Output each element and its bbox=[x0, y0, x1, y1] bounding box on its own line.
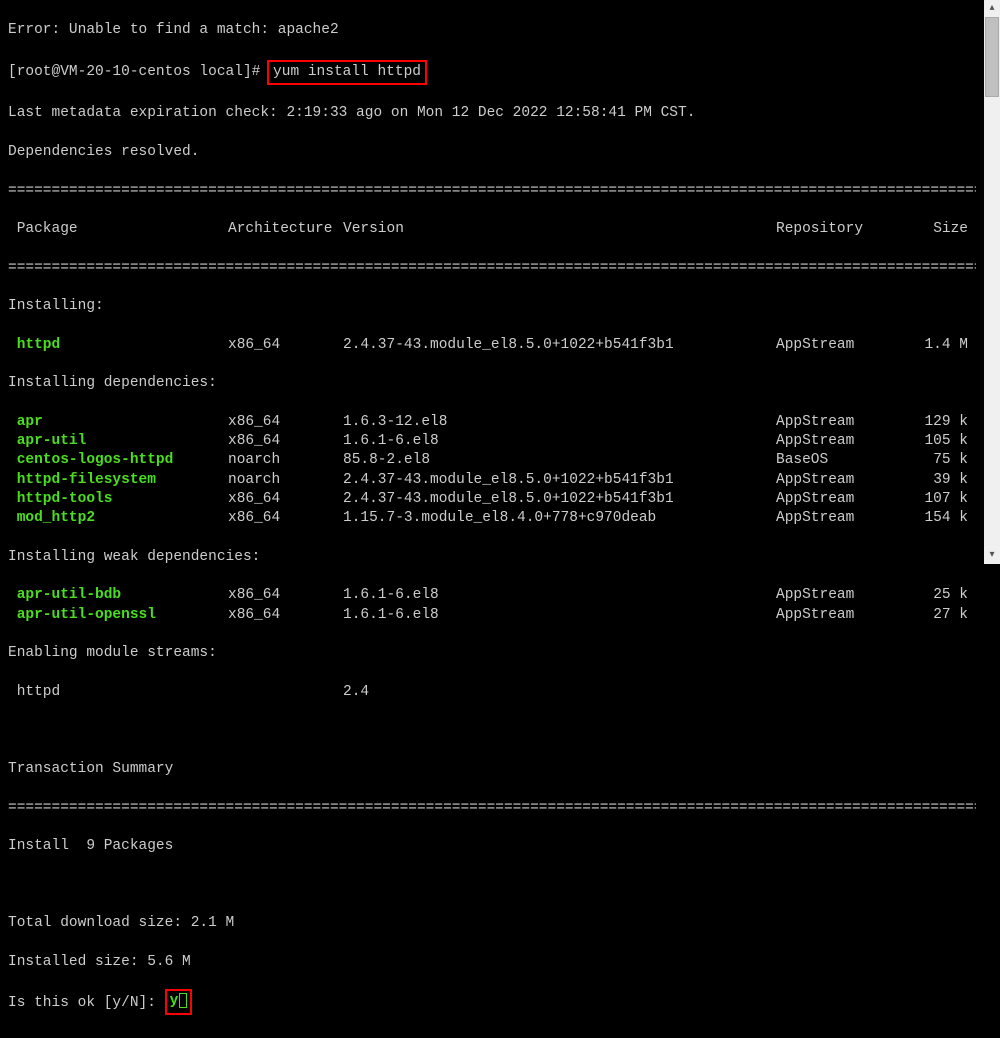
deps-resolved-line: Dependencies resolved. bbox=[8, 143, 976, 162]
package-size: 154 k bbox=[916, 509, 976, 528]
package-row: httpdx86_642.4.37-43.module_el8.5.0+1022… bbox=[8, 336, 976, 355]
package-version: 1.6.3-12.el8 bbox=[343, 413, 776, 432]
package-repo: BaseOS bbox=[776, 451, 916, 470]
package-row: httpd 2.4 bbox=[8, 683, 976, 702]
package-row: mod_http2x86_641.15.7-3.module_el8.4.0+7… bbox=[8, 509, 976, 528]
package-repo: AppStream bbox=[776, 413, 916, 432]
prompt-line: [root@VM-20-10-centos local]# yum instal… bbox=[8, 60, 976, 85]
divider-line: ========================================… bbox=[8, 182, 976, 201]
package-size: 105 k bbox=[916, 432, 976, 451]
package-row: httpd-filesystemnoarch2.4.37-43.module_e… bbox=[8, 471, 976, 490]
package-name: httpd-filesystem bbox=[8, 471, 228, 490]
package-repo: AppStream bbox=[776, 336, 916, 355]
transaction-summary: Transaction Summary bbox=[8, 760, 976, 779]
package-arch: noarch bbox=[228, 451, 343, 470]
package-name: apr-util-bdb bbox=[8, 586, 228, 605]
package-version: 1.6.1-6.el8 bbox=[343, 432, 776, 451]
scrollbar-thumb[interactable] bbox=[985, 17, 999, 97]
package-version: 2.4.37-43.module_el8.5.0+1022+b541f3b1 bbox=[343, 471, 776, 490]
package-size: 129 k bbox=[916, 413, 976, 432]
divider-line: ========================================… bbox=[8, 799, 976, 818]
header-arch: Architecture bbox=[228, 220, 343, 239]
download-size: Total download size: 2.1 M bbox=[8, 914, 976, 933]
package-size: 25 k bbox=[916, 586, 976, 605]
package-version: 1.15.7-3.module_el8.4.0+778+c970deab bbox=[343, 509, 776, 528]
package-repo: AppStream bbox=[776, 490, 916, 509]
section-enabling-streams: Enabling module streams: bbox=[8, 644, 976, 663]
package-name: centos-logos-httpd bbox=[8, 451, 228, 470]
confirm-answer: y bbox=[170, 993, 179, 1009]
package-size: 39 k bbox=[916, 471, 976, 490]
package-repo: AppStream bbox=[776, 509, 916, 528]
table-header: Package Architecture Version Repository … bbox=[8, 220, 976, 239]
package-size: 27 k bbox=[916, 606, 976, 625]
package-arch: x86_64 bbox=[228, 490, 343, 509]
terminal-output[interactable]: Error: Unable to find a match: apache2 [… bbox=[0, 0, 984, 1038]
header-version: Version bbox=[343, 220, 776, 239]
package-version: 85.8-2.el8 bbox=[343, 451, 776, 470]
package-row: apr-utilx86_641.6.1-6.el8AppStream105 k bbox=[8, 432, 976, 451]
package-name: apr bbox=[8, 413, 228, 432]
package-version: 2.4 bbox=[343, 683, 776, 702]
package-repo bbox=[776, 683, 916, 702]
header-package: Package bbox=[8, 220, 228, 239]
scroll-up-button[interactable]: ▴ bbox=[984, 0, 1000, 17]
divider-line: ========================================… bbox=[8, 259, 976, 278]
error-line: Error: Unable to find a match: apache2 bbox=[8, 21, 976, 40]
install-count: Install 9 Packages bbox=[8, 837, 976, 856]
package-name: mod_http2 bbox=[8, 509, 228, 528]
confirm-prompt: Is this ok [y/N]: bbox=[8, 995, 165, 1011]
package-name: apr-util bbox=[8, 432, 228, 451]
confirm-line[interactable]: Is this ok [y/N]: y bbox=[8, 991, 976, 1016]
package-size: 1.4 M bbox=[916, 336, 976, 355]
package-version: 2.4.37-43.module_el8.5.0+1022+b541f3b1 bbox=[343, 336, 776, 355]
package-row: apr-util-bdbx86_641.6.1-6.el8AppStream25… bbox=[8, 586, 976, 605]
package-arch: x86_64 bbox=[228, 413, 343, 432]
metadata-line: Last metadata expiration check: 2:19:33 … bbox=[8, 104, 976, 123]
package-repo: AppStream bbox=[776, 606, 916, 625]
section-installing-weak: Installing weak dependencies: bbox=[8, 548, 976, 567]
package-size: 75 k bbox=[916, 451, 976, 470]
package-row: httpd-toolsx86_642.4.37-43.module_el8.5.… bbox=[8, 490, 976, 509]
package-arch: x86_64 bbox=[228, 509, 343, 528]
package-version: 2.4.37-43.module_el8.5.0+1022+b541f3b1 bbox=[343, 490, 776, 509]
scrollbar-track[interactable] bbox=[984, 17, 1000, 547]
package-version: 1.6.1-6.el8 bbox=[343, 586, 776, 605]
package-name: httpd bbox=[8, 683, 228, 702]
package-arch bbox=[228, 683, 343, 702]
package-arch: x86_64 bbox=[228, 336, 343, 355]
package-repo: AppStream bbox=[776, 471, 916, 490]
package-name: apr-util-openssl bbox=[8, 606, 228, 625]
command-highlight-box: yum install httpd bbox=[267, 60, 427, 85]
package-size: 107 k bbox=[916, 490, 976, 509]
package-version: 1.6.1-6.el8 bbox=[343, 606, 776, 625]
answer-highlight-box: y bbox=[165, 989, 193, 1014]
package-size bbox=[916, 683, 976, 702]
package-arch: noarch bbox=[228, 471, 343, 490]
package-row: centos-logos-httpdnoarch85.8-2.el8BaseOS… bbox=[8, 451, 976, 470]
section-installing-deps: Installing dependencies: bbox=[8, 374, 976, 393]
package-arch: x86_64 bbox=[228, 432, 343, 451]
package-name: httpd bbox=[8, 336, 228, 355]
scroll-down-button[interactable]: ▾ bbox=[984, 547, 1000, 564]
package-repo: AppStream bbox=[776, 586, 916, 605]
vertical-scrollbar[interactable]: ▴ ▾ bbox=[984, 0, 1000, 564]
package-arch: x86_64 bbox=[228, 606, 343, 625]
header-size: Size bbox=[916, 220, 976, 239]
cursor-icon bbox=[179, 993, 187, 1008]
installed-size: Installed size: 5.6 M bbox=[8, 953, 976, 972]
package-row: apr-util-opensslx86_641.6.1-6.el8AppStre… bbox=[8, 606, 976, 625]
section-installing: Installing: bbox=[8, 297, 976, 316]
package-name: httpd-tools bbox=[8, 490, 228, 509]
header-repo: Repository bbox=[776, 220, 916, 239]
package-repo: AppStream bbox=[776, 432, 916, 451]
shell-prompt: [root@VM-20-10-centos local]# bbox=[8, 64, 269, 80]
package-row: aprx86_641.6.3-12.el8AppStream129 k bbox=[8, 413, 976, 432]
command-text: yum install httpd bbox=[273, 64, 421, 80]
package-arch: x86_64 bbox=[228, 586, 343, 605]
